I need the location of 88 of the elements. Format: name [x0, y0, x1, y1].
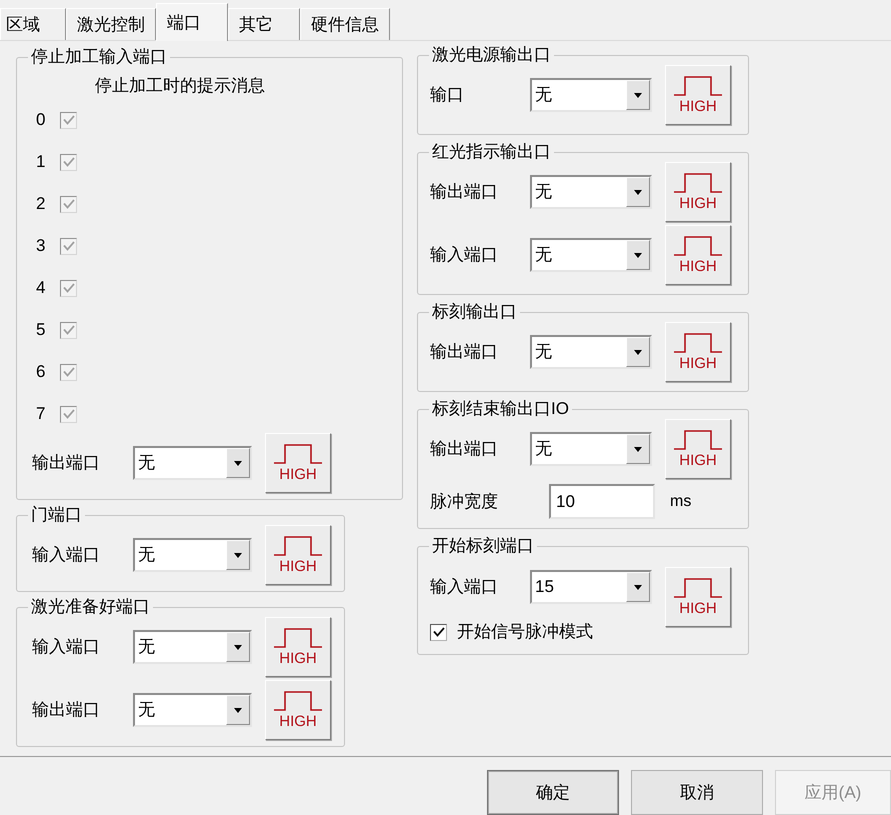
group-title: 开始标刻端口: [431, 536, 535, 556]
port-dropdown[interactable]: 无: [530, 432, 652, 466]
signal-level-button[interactable]: HIGH: [265, 433, 331, 493]
pulse-icon: [674, 430, 722, 450]
port-dropdown[interactable]: 15: [530, 570, 652, 604]
unit-label: ms: [670, 492, 692, 512]
bit-number: 0: [36, 110, 46, 130]
field-label: 输出端口: [429, 439, 499, 459]
pulse-icon: [674, 236, 722, 256]
signal-level-button[interactable]: HIGH: [665, 419, 731, 479]
caret-down-icon[interactable]: [226, 540, 250, 570]
bit-number: 1: [36, 152, 46, 172]
caret-down-icon[interactable]: [626, 177, 650, 207]
group-title: 门端口: [30, 505, 83, 525]
field-label: 输入端口: [429, 245, 499, 265]
tab[interactable]: 其它: [228, 8, 300, 40]
group-title: 标刻输出口: [431, 302, 518, 322]
group-title: 红光指示输出口: [431, 142, 552, 162]
field-label: 输出端口: [31, 700, 101, 720]
signal-level-button[interactable]: HIGH: [665, 65, 731, 125]
signal-level-button[interactable]: HIGH: [265, 680, 331, 740]
checkmark-icon: [62, 241, 74, 251]
port-dropdown[interactable]: 无: [530, 175, 652, 209]
caret-down-icon[interactable]: [626, 80, 650, 110]
pulse-icon: [274, 691, 322, 711]
signal-level-button[interactable]: HIGH: [665, 322, 731, 382]
checkmark-icon: [62, 409, 74, 419]
port-dropdown[interactable]: 无: [133, 446, 252, 480]
group-title: 激光电源输出口: [431, 45, 552, 65]
field-label: 输入端口: [31, 545, 101, 565]
port-dropdown[interactable]: 无: [133, 693, 252, 727]
port-dropdown[interactable]: 无: [530, 335, 652, 369]
pulse-icon: [274, 628, 322, 648]
field-label: 输口: [429, 85, 465, 105]
field-label: 输入端口: [31, 637, 101, 657]
bit-number: 5: [36, 320, 46, 340]
checkmark-icon: [62, 199, 74, 209]
tab[interactable]: 端口: [156, 3, 228, 41]
field-label: 输出端口: [429, 342, 499, 362]
tab[interactable]: 区域: [0, 8, 66, 40]
checkmark-icon: [62, 283, 74, 293]
field-label: 输出端口: [31, 453, 101, 473]
bit-number: 7: [36, 404, 46, 424]
port-dropdown[interactable]: 无: [133, 538, 252, 572]
caret-down-icon[interactable]: [626, 240, 650, 270]
caret-down-icon[interactable]: [226, 695, 250, 725]
group-title: 标刻结束输出口IO: [431, 399, 570, 419]
checkbox-label[interactable]: 开始信号脉冲模式: [457, 622, 593, 642]
signal-level-button[interactable]: HIGH: [265, 617, 331, 677]
bit-number: 2: [36, 194, 46, 214]
caret-down-icon[interactable]: [626, 434, 650, 464]
field-label: 输出端口: [429, 182, 499, 202]
caret-down-icon[interactable]: [626, 337, 650, 367]
pulse-icon: [674, 333, 722, 353]
tab[interactable]: 硬件信息: [300, 8, 390, 40]
pulse-icon: [674, 578, 722, 598]
checkbox[interactable]: [430, 624, 447, 640]
pulse-icon: [274, 444, 322, 464]
pulse-width-field[interactable]: 10: [549, 484, 655, 519]
group-title: 激光准备好端口: [30, 597, 151, 617]
signal-level-button[interactable]: HIGH: [265, 525, 331, 585]
checkmark-icon: [432, 627, 444, 637]
caret-down-icon[interactable]: [226, 448, 250, 478]
port-dropdown[interactable]: 无: [133, 630, 252, 664]
caret-down-icon[interactable]: [226, 632, 250, 662]
signal-level-button[interactable]: HIGH: [665, 162, 731, 222]
group-subtitle: 停止加工时的提示消息: [94, 76, 266, 96]
dialog-button[interactable]: 取消: [631, 770, 763, 815]
checkmark-icon: [62, 157, 74, 167]
port-dropdown[interactable]: 无: [530, 238, 652, 272]
bit-number: 4: [36, 278, 46, 298]
field-label: 输入端口: [429, 577, 499, 597]
checkmark-icon: [62, 115, 74, 125]
signal-level-button[interactable]: HIGH: [665, 225, 731, 285]
pulse-icon: [674, 173, 722, 193]
signal-level-button[interactable]: HIGH: [665, 567, 731, 627]
bit-number: 6: [36, 362, 46, 382]
field-label: 脉冲宽度: [429, 492, 499, 512]
group-title: 停止加工输入端口: [30, 47, 168, 67]
pulse-icon: [674, 76, 722, 96]
port-dropdown[interactable]: 无: [530, 78, 652, 112]
pulse-icon: [274, 536, 322, 556]
caret-down-icon[interactable]: [626, 572, 650, 602]
tab[interactable]: 激光控制: [66, 8, 156, 40]
checkmark-icon: [62, 367, 74, 377]
dialog-button[interactable]: 确定: [487, 770, 619, 815]
bit-number: 3: [36, 236, 46, 256]
checkmark-icon: [62, 325, 74, 335]
